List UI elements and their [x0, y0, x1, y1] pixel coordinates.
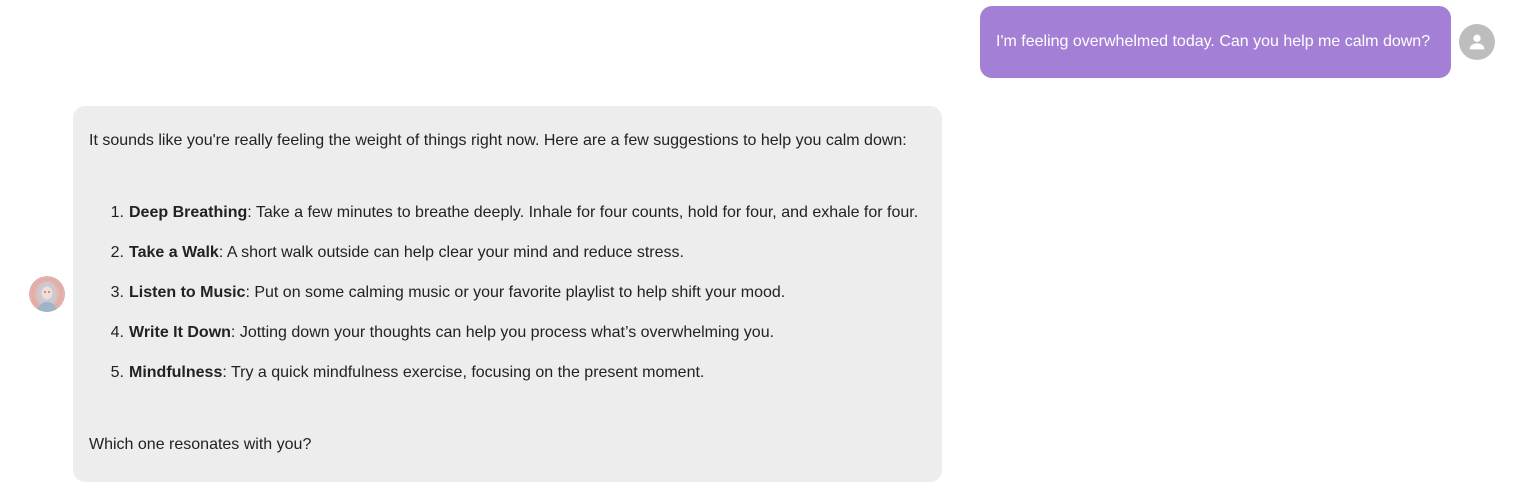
user-avatar	[1459, 24, 1495, 60]
assistant-portrait-avatar	[29, 276, 65, 312]
list-item: 2. Take a Walk: A short walk outside can…	[89, 243, 918, 263]
suggestion-list: 1. Deep Breathing: Take a few minutes to…	[89, 203, 919, 403]
list-item-term: Mindfulness	[129, 364, 223, 381]
list-item: 3. Listen to Music: Put on some calming …	[89, 283, 918, 303]
list-item-desc: : Try a quick mindfulness exercise, focu…	[222, 364, 705, 381]
list-item-desc: : Jotting down your thoughts can help yo…	[230, 324, 775, 341]
list-item: 4. Write It Down: Jotting down your thou…	[89, 323, 918, 343]
list-item-number: 1.	[110, 204, 124, 221]
list-item-desc: : A short walk outside can help clear yo…	[218, 244, 684, 261]
list-item-number: 4.	[110, 324, 124, 341]
list-item-number: 2.	[110, 244, 124, 261]
chat-thread: I'm feeling overwhelmed today. Can you h…	[0, 0, 1518, 498]
list-item: 5. Mindfulness: Try a quick mindfulness …	[89, 363, 918, 383]
assistant-outro-text: Which one resonates with you?	[89, 436, 312, 453]
person-icon	[1469, 34, 1485, 50]
list-item: 1. Deep Breathing: Take a few minutes to…	[89, 203, 919, 223]
list-item-term: Listen to Music	[129, 284, 246, 301]
assistant-intro-text: It sounds like you're really feeling the…	[89, 132, 907, 149]
list-item-term: Deep Breathing	[129, 204, 248, 221]
list-item-term: Write It Down	[129, 324, 231, 341]
user-message-bubble: I'm feeling overwhelmed today. Can you h…	[980, 6, 1451, 78]
list-item-term: Take a Walk	[129, 244, 219, 261]
list-item-desc: : Take a few minutes to breathe deeply. …	[247, 204, 919, 221]
list-item-desc: : Put on some calming music or your favo…	[245, 284, 786, 301]
assistant-avatar	[29, 276, 65, 312]
user-message-text: I'm feeling overwhelmed today. Can you h…	[996, 33, 1431, 50]
list-item-number: 3.	[110, 284, 124, 301]
assistant-message-bubble: It sounds like you're really feeling the…	[73, 106, 942, 482]
list-item-number: 5.	[110, 364, 124, 381]
